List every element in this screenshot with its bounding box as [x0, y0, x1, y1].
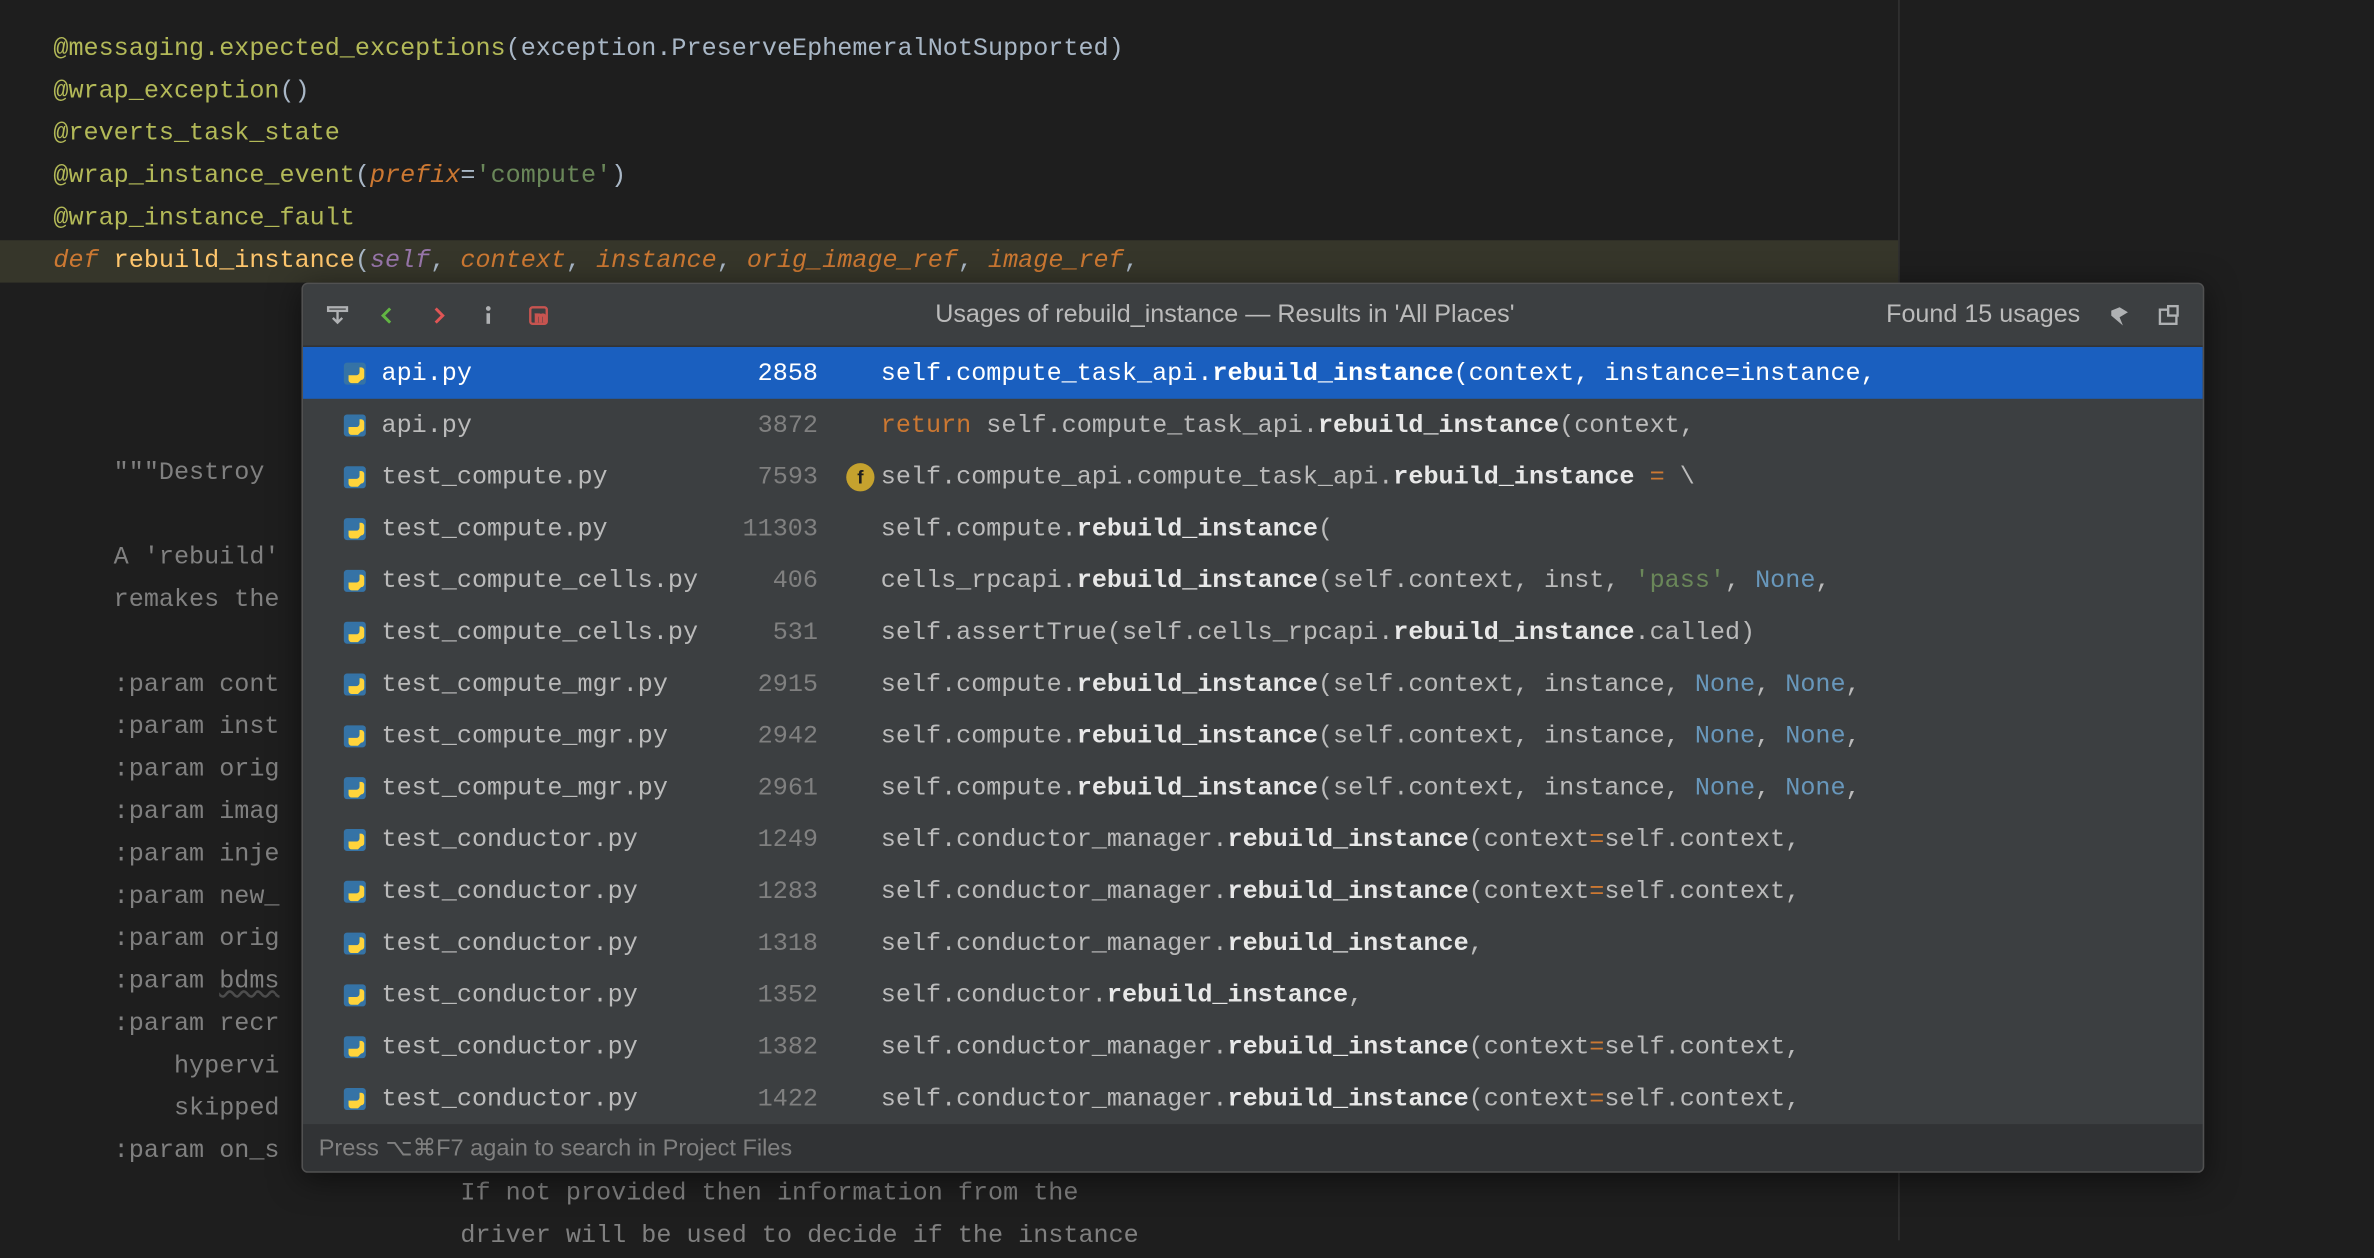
popup-title: Usages of rebuild_instance — Results in … — [564, 301, 1886, 329]
field-badge-icon: f — [846, 462, 874, 490]
python-file-icon — [341, 1084, 369, 1112]
popup-result-count: Found 15 usages — [1886, 301, 2093, 329]
prev-occurrence-button[interactable] — [363, 291, 413, 338]
python-file-icon — [341, 359, 369, 387]
python-file-icon — [341, 1032, 369, 1060]
badge-column: f — [840, 462, 881, 490]
usage-line-number: 531 — [730, 618, 840, 646]
python-file-icon — [341, 980, 369, 1008]
usage-snippet: self.conductor_manager.rebuild_instance(… — [881, 825, 1801, 853]
usage-snippet: self.compute_api.compute_task_api.rebuil… — [881, 462, 1695, 490]
code-line[interactable]: @wrap_instance_event(prefix='compute') — [0, 155, 1898, 197]
python-file-icon — [341, 773, 369, 801]
usage-line-number: 3872 — [730, 411, 840, 439]
settings-button[interactable] — [2093, 291, 2143, 338]
python-file-icon — [341, 462, 369, 490]
usage-line-number: 1382 — [730, 1032, 840, 1060]
usage-filename: test_compute_cells.py — [382, 566, 731, 594]
code-line[interactable]: @messaging.expected_exceptions(exception… — [0, 28, 1898, 70]
usage-line-number: 1283 — [730, 877, 840, 905]
python-file-icon — [341, 670, 369, 698]
usage-result-row[interactable]: test_compute_cells.py531 self.assertTrue(… — [303, 606, 2203, 658]
usage-line-number: 2858 — [730, 359, 840, 387]
usage-filename: test_compute.py — [382, 462, 731, 490]
usage-result-row[interactable]: test_compute_cells.py406 cells_rpcapi.reb… — [303, 554, 2203, 606]
usage-result-row[interactable]: test_compute_mgr.py2961 self.compute.rebu… — [303, 761, 2203, 813]
usage-result-row[interactable]: test_conductor.py1352 self.conductor.rebu… — [303, 969, 2203, 1021]
usages-popup: m Usages of rebuild_instance — Results i… — [301, 283, 2204, 1173]
usage-filename: test_conductor.py — [382, 1084, 731, 1112]
code-line[interactable]: @reverts_task_state — [0, 113, 1898, 155]
usage-filename: api.py — [382, 359, 731, 387]
usage-snippet: self.compute.rebuild_instance(self.conte… — [881, 773, 1861, 801]
usage-line-number: 1249 — [730, 825, 840, 853]
usage-result-row[interactable]: test_compute_mgr.py2915 self.compute.rebu… — [303, 658, 2203, 710]
python-file-icon — [341, 877, 369, 905]
usage-line-number: 1352 — [730, 980, 840, 1008]
usage-snippet: self.compute.rebuild_instance(self.conte… — [881, 670, 1861, 698]
python-file-icon — [341, 566, 369, 594]
usage-result-row[interactable]: test_compute_mgr.py2942 self.compute.rebu… — [303, 710, 2203, 762]
usage-line-number: 2942 — [730, 721, 840, 749]
usage-result-row[interactable]: api.py2858 self.compute_task_api.rebuild_… — [303, 347, 2203, 399]
usage-result-row[interactable]: test_conductor.py1318 self.conductor_mana… — [303, 917, 2203, 969]
python-file-icon — [341, 618, 369, 646]
popup-toolbar: m Usages of rebuild_instance — Results i… — [303, 284, 2203, 347]
usage-line-number: 11303 — [730, 514, 840, 542]
usage-filename: test_compute_mgr.py — [382, 721, 731, 749]
usage-line-number: 2915 — [730, 670, 840, 698]
usage-result-row[interactable]: test_conductor.py1422 self.conductor_mana… — [303, 1072, 2203, 1124]
usage-snippet: self.conductor_manager.rebuild_instance(… — [881, 1032, 1801, 1060]
usage-filename: test_compute_cells.py — [382, 618, 731, 646]
code-line[interactable]: driver will be used to decide if the ins… — [0, 1215, 1898, 1257]
usage-line-number: 1318 — [730, 929, 840, 957]
usage-filename: api.py — [382, 411, 731, 439]
code-line[interactable]: @wrap_instance_fault — [0, 198, 1898, 240]
usage-result-row[interactable]: test_conductor.py1382 self.conductor_mana… — [303, 1021, 2203, 1073]
usage-snippet: self.conductor.rebuild_instance, — [881, 980, 1363, 1008]
usage-snippet: self.conductor_manager.rebuild_instance(… — [881, 1084, 1801, 1112]
usage-filename: test_conductor.py — [382, 929, 731, 957]
usage-snippet: return self.compute_task_api.rebuild_ins… — [881, 411, 1695, 439]
usage-snippet: cells_rpcapi.rebuild_instance(self.conte… — [881, 566, 1831, 594]
pin-button[interactable] — [2143, 291, 2193, 338]
svg-text:m: m — [535, 309, 546, 324]
usage-line-number: 7593 — [730, 462, 840, 490]
usage-snippet: self.compute_task_api.rebuild_instance(c… — [881, 359, 1876, 387]
python-file-icon — [341, 411, 369, 439]
usage-result-row[interactable]: test_conductor.py1283 self.conductor_mana… — [303, 865, 2203, 917]
usage-snippet: self.compute.rebuild_instance( — [881, 514, 1333, 542]
usage-filename: test_conductor.py — [382, 877, 731, 905]
python-file-icon — [341, 721, 369, 749]
usage-filename: test_conductor.py — [382, 825, 731, 853]
filter-button[interactable]: m — [513, 291, 563, 338]
usage-result-row[interactable]: api.py3872 return self.compute_task_api.r… — [303, 399, 2203, 451]
open-find-tool-window-button[interactable] — [312, 291, 362, 338]
usage-filename: test_compute.py — [382, 514, 731, 542]
python-file-icon — [341, 514, 369, 542]
usage-line-number: 2961 — [730, 773, 840, 801]
code-line[interactable]: @wrap_exception() — [0, 71, 1898, 113]
usage-line-number: 406 — [730, 566, 840, 594]
usage-result-row[interactable]: test_compute.py7593fself.compute_api.com… — [303, 451, 2203, 503]
usage-snippet: self.conductor_manager.rebuild_instance(… — [881, 877, 1801, 905]
usage-filename: test_conductor.py — [382, 980, 731, 1008]
usage-snippet: self.assertTrue(self.cells_rpcapi.rebuil… — [881, 618, 1755, 646]
popup-footer-hint: Press ⌥⌘F7 again to search in Project Fi… — [303, 1124, 2203, 1171]
code-line[interactable]: If not provided then information from th… — [0, 1173, 1898, 1215]
info-button[interactable] — [463, 291, 513, 338]
usage-filename: test_conductor.py — [382, 1032, 731, 1060]
python-file-icon — [341, 825, 369, 853]
usage-line-number: 1422 — [730, 1084, 840, 1112]
usage-filename: test_compute_mgr.py — [382, 670, 731, 698]
usage-snippet: self.compute.rebuild_instance(self.conte… — [881, 721, 1861, 749]
usage-filename: test_compute_mgr.py — [382, 773, 731, 801]
usage-snippet: self.conductor_manager.rebuild_instance, — [881, 929, 1484, 957]
usages-list[interactable]: api.py2858self.compute_task_api.rebuild_… — [303, 347, 2203, 1124]
usage-result-row[interactable]: test_conductor.py1249 self.conductor_mana… — [303, 813, 2203, 865]
python-file-icon — [341, 929, 369, 957]
code-line[interactable]: def rebuild_instance(self, context, inst… — [0, 240, 1898, 282]
next-occurrence-button[interactable] — [413, 291, 463, 338]
usage-result-row[interactable]: test_compute.py11303 self.compute.rebuild… — [303, 502, 2203, 554]
